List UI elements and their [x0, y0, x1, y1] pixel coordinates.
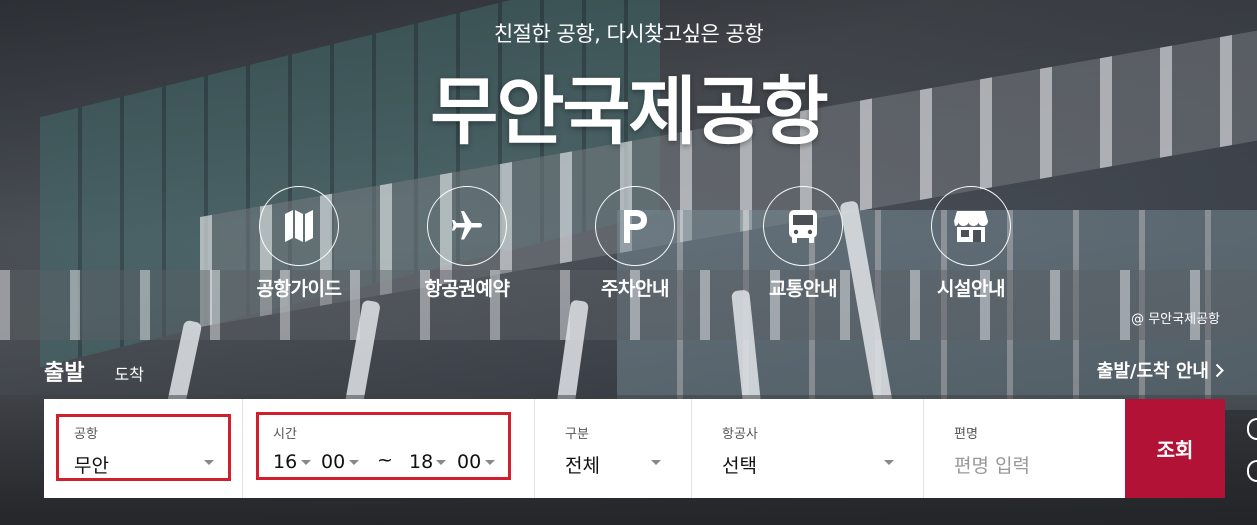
flight-number-field[interactable]: 편명 편명 입력 — [924, 399, 1125, 498]
quick-item-label: 교통안내 — [769, 278, 837, 300]
category-select[interactable]: 구분 전체 — [535, 399, 692, 498]
chevron-down-icon — [651, 460, 661, 465]
airline-value: 선택 — [722, 455, 757, 477]
airline-select[interactable]: 항공사 선택 — [692, 399, 924, 498]
search-button[interactable]: 조회 — [1125, 399, 1225, 498]
store-icon — [931, 186, 1011, 266]
hero-title: 무안국제공항 — [430, 69, 828, 155]
quick-item-label: 주차안내 — [601, 278, 669, 300]
chevron-right-icon — [1215, 363, 1224, 377]
departure-arrival-info-link[interactable]: 출발/도착 안내 — [1097, 357, 1224, 383]
flight-tabs: 출발 도착 — [44, 355, 144, 387]
quick-item-label: 공항가이드 — [256, 278, 342, 300]
map-icon — [259, 186, 339, 266]
quick-item-label: 시설안내 — [937, 278, 1005, 300]
category-value: 전체 — [565, 455, 600, 477]
tab-arrival[interactable]: 도착 — [114, 361, 143, 385]
info-link-label: 출발/도착 안내 — [1096, 361, 1209, 382]
time-highlight-box — [256, 412, 511, 480]
hero-subtitle: 친절한 공항, 다시찾고싶은 공항 — [493, 22, 764, 46]
quick-item-ticket-booking[interactable]: 항공권예약 — [397, 186, 537, 301]
photo-credit: @ 무안국제공항 — [1131, 312, 1220, 327]
quick-item-facilities[interactable]: 시설안내 — [901, 186, 1041, 301]
chevron-down-icon — [884, 460, 894, 465]
flight-number-label: 편명 — [954, 427, 978, 442]
tab-departure[interactable]: 출발 — [44, 355, 84, 387]
airport-highlight-box — [56, 414, 231, 481]
flight-number-input[interactable]: 편명 입력 — [954, 451, 1030, 478]
quick-item-label: 항공권예약 — [424, 278, 510, 300]
airplane-icon — [427, 186, 507, 266]
category-label: 구분 — [565, 427, 589, 442]
quick-item-airport-guide[interactable]: 공항가이드 — [229, 186, 369, 301]
quick-item-transport[interactable]: 교통안내 — [733, 186, 873, 301]
quick-item-parking[interactable]: 주차안내 — [565, 186, 705, 301]
bus-icon — [763, 186, 843, 266]
parking-icon — [595, 186, 675, 266]
airline-label: 항공사 — [722, 427, 758, 442]
